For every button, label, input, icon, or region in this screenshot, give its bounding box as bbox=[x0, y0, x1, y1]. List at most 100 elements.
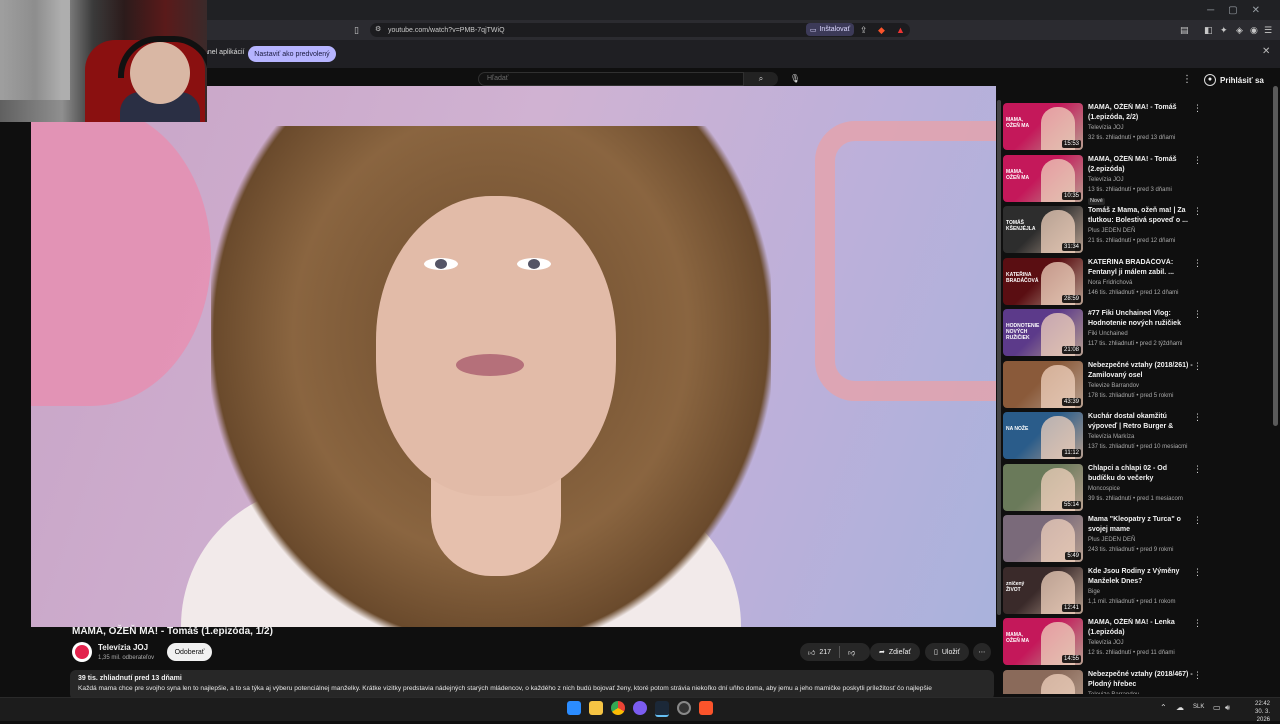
clock[interactable]: 22:42 30. 3. 2026 bbox=[1240, 700, 1270, 724]
recommended-video[interactable]: MAMA, OŽEŇ MA 10:35 MAMA, OŽEŇ MA! - Tomáš… bbox=[1003, 154, 1209, 205]
more-vertical-icon[interactable]: ⋮ bbox=[1193, 618, 1202, 629]
video-thumbnail[interactable]: 55:14 bbox=[1003, 463, 1083, 511]
video-title[interactable]: MAMA, OŽEŇ MA! - Tomáš (1.epizóda, 2/2) bbox=[1088, 103, 1193, 123]
video-title[interactable]: Mama "Kleopatry z Turca" o svojej mame bbox=[1088, 515, 1193, 535]
channel-name[interactable]: Plus JEDEN DEŇ bbox=[1088, 228, 1135, 234]
video-thumbnail[interactable]: NA NOŽE 11:12 bbox=[1003, 412, 1083, 459]
chrome-icon[interactable] bbox=[611, 701, 625, 715]
save-button[interactable]: ▯ Uložiť bbox=[925, 643, 969, 661]
recommended-video[interactable]: zničený ŽIVOT 12:41 Kde Jsou Rodiny z Výmě… bbox=[1003, 566, 1209, 616]
search-button[interactable]: ⌕ bbox=[744, 72, 778, 86]
search-input[interactable]: Hľadať bbox=[478, 72, 744, 86]
more-vertical-icon[interactable]: ⋮ bbox=[1193, 567, 1202, 578]
file-explorer-icon[interactable] bbox=[589, 701, 603, 715]
video-title[interactable]: KATEŘINA BRADÁČOVÁ: Fentanyl ji málem za… bbox=[1088, 258, 1193, 278]
video-thumbnail[interactable]: 5:49 bbox=[1003, 515, 1083, 562]
minimize-icon[interactable]: ─ bbox=[1207, 5, 1214, 16]
video-player[interactable] bbox=[31, 86, 996, 627]
recommended-video[interactable]: NA NOŽE 11:12 Kuchár dostal okamžitú výpov… bbox=[1003, 411, 1209, 461]
input-language[interactable]: SLK bbox=[1193, 704, 1204, 710]
video-thumbnail[interactable]: TOMÁŠ KŠENJĖJLA 31:34 bbox=[1003, 206, 1083, 253]
brave-shield-icon[interactable]: ◆ bbox=[878, 23, 885, 37]
menu-icon[interactable]: ☰ bbox=[1264, 23, 1272, 37]
page-scrollbar[interactable] bbox=[1273, 86, 1278, 426]
site-info-icon[interactable]: ⚙ bbox=[375, 23, 381, 37]
more-vertical-icon[interactable]: ⋮ bbox=[1193, 309, 1202, 320]
more-vertical-icon[interactable]: ⋮ bbox=[1193, 412, 1202, 423]
maximize-icon[interactable]: ▢ bbox=[1228, 5, 1237, 16]
extensions-icon[interactable]: ✦ bbox=[1220, 23, 1228, 37]
video-thumbnail[interactable]: MAMA, OŽEŇ MA 15:53 bbox=[1003, 103, 1083, 150]
recommended-video[interactable]: TOMÁŠ KŠENJĖJLA 31:34 Tomáš z Mama, ožeň m… bbox=[1003, 205, 1209, 255]
steam-icon[interactable] bbox=[655, 701, 669, 717]
recommended-video[interactable]: HODNOTENIE NOVÝCH RUŽIČIEK 21:08 #77 Fiki … bbox=[1003, 308, 1209, 358]
channel-name[interactable]: Fiki Unchained bbox=[1088, 331, 1128, 337]
set-default-button[interactable]: Nastaviť ako predvolený bbox=[248, 46, 336, 62]
video-title[interactable]: #77 Fiki Unchained Vlog: Hodnotenie nový… bbox=[1088, 309, 1193, 329]
more-vertical-icon[interactable]: ⋮ bbox=[1193, 258, 1202, 269]
panel-icon[interactable]: ◧ bbox=[1204, 23, 1213, 37]
more-vertical-icon[interactable]: ⋮ bbox=[1193, 361, 1202, 372]
video-thumbnail[interactable] bbox=[1003, 669, 1083, 694]
channel-name[interactable]: Moncospice bbox=[1088, 486, 1120, 492]
network-icon[interactable]: ▭ bbox=[1213, 703, 1221, 712]
close-window-icon[interactable]: ✕ bbox=[1252, 5, 1260, 16]
onedrive-icon[interactable]: ☁ bbox=[1176, 703, 1184, 712]
recommended-video[interactable]: MAMA, OŽEŇ MA 14:55 MAMA, OŽEŇ MA! - Lenka… bbox=[1003, 617, 1209, 667]
video-thumbnail[interactable]: MAMA, OŽEŇ MA 14:55 bbox=[1003, 618, 1083, 665]
wallet-icon[interactable]: ◈ bbox=[1236, 23, 1243, 37]
share-page-icon[interactable]: ⇪ bbox=[860, 23, 868, 37]
video-title[interactable]: MAMA, OŽEŇ MA! - Tomáš (2.epizóda) bbox=[1088, 155, 1193, 175]
more-actions-button[interactable]: ⋯ bbox=[973, 643, 991, 661]
recommended-video[interactable]: 43:39 Nebezpečné vztahy (2018/261) - Zami… bbox=[1003, 360, 1209, 410]
install-app-button[interactable]: ▭ Inštalovať bbox=[806, 23, 854, 36]
channel-name[interactable]: Televízia JOJ bbox=[1088, 177, 1124, 183]
like-button[interactable]: 👍︎ 217 bbox=[800, 646, 841, 658]
brave-browser-icon[interactable] bbox=[699, 701, 713, 715]
voice-search-button[interactable]: 🎙 bbox=[788, 72, 802, 86]
more-vertical-icon[interactable]: ⋮ bbox=[1193, 515, 1202, 526]
video-thumbnail[interactable]: 43:39 bbox=[1003, 360, 1083, 408]
chevron-up-icon[interactable]: ⌃ bbox=[1160, 703, 1167, 712]
discord-icon[interactable] bbox=[633, 701, 647, 715]
share-button[interactable]: ➦ Zdieľať bbox=[870, 643, 920, 661]
video-thumbnail[interactable]: zničený ŽIVOT 12:41 bbox=[1003, 566, 1083, 614]
channel-name[interactable]: Televize Barrandov bbox=[1088, 383, 1139, 389]
channel-name[interactable]: Televize Barrandov bbox=[1088, 692, 1139, 695]
subscribe-button[interactable]: Odoberať bbox=[167, 643, 212, 661]
video-title[interactable]: Nebezpečné vztahy (2018/467) - Plodný hř… bbox=[1088, 670, 1193, 690]
video-thumbnail[interactable]: MAMA, OŽEŇ MA 10:35 bbox=[1003, 154, 1083, 202]
start-menu-icon[interactable] bbox=[567, 701, 581, 715]
volume-icon[interactable]: 🔊︎ bbox=[1225, 703, 1230, 713]
video-title[interactable]: Kuchár dostal okamžitú výpoveď | Retro B… bbox=[1088, 412, 1193, 432]
dislike-button[interactable]: 👎︎ bbox=[840, 648, 863, 657]
more-vertical-icon[interactable]: ⋮ bbox=[1193, 103, 1202, 114]
channel-name[interactable]: Televízia JOJ bbox=[1088, 640, 1124, 646]
video-thumbnail[interactable]: HODNOTENIE NOVÝCH RUŽIČIEK 21:08 bbox=[1003, 309, 1083, 356]
more-vertical-icon[interactable]: ⋮ bbox=[1193, 670, 1202, 681]
obs-icon[interactable] bbox=[677, 701, 691, 715]
settings-more-icon[interactable]: ⋮ bbox=[1182, 74, 1192, 85]
channel-avatar[interactable] bbox=[72, 642, 92, 662]
bookmark-icon[interactable]: ▯ bbox=[354, 23, 359, 37]
more-vertical-icon[interactable]: ⋮ bbox=[1193, 464, 1202, 475]
sidebar-scrollbar[interactable] bbox=[997, 100, 1001, 615]
channel-name[interactable]: Plus JEDEN DEŇ bbox=[1088, 537, 1135, 543]
recommended-video[interactable]: KATEŘINA BRADÁČOVÁ 28:59 KATEŘINA BRADÁČOV… bbox=[1003, 257, 1209, 307]
rewards-icon[interactable]: ▲ bbox=[896, 23, 905, 37]
recommended-video[interactable]: MAMA, OŽEŇ MA 15:53 MAMA, OŽEŇ MA! - Tomáš… bbox=[1003, 102, 1209, 152]
video-thumbnail[interactable]: KATEŘINA BRADÁČOVÁ 28:59 bbox=[1003, 257, 1083, 305]
more-vertical-icon[interactable]: ⋮ bbox=[1193, 206, 1202, 217]
video-title[interactable]: Tomáš z Mama, ožeň ma! | Za tlutkou: Bol… bbox=[1088, 206, 1193, 226]
recommended-video[interactable]: 55:14 Chlapci a chlapi 02 - Od budíčku do… bbox=[1003, 463, 1209, 513]
sidebar-toggle-icon[interactable]: ▤ bbox=[1180, 23, 1189, 37]
channel-name[interactable]: Televízia JOJ bbox=[98, 643, 148, 652]
vpn-icon[interactable]: ◉ bbox=[1250, 23, 1258, 37]
channel-name[interactable]: Televízia Markíza bbox=[1088, 434, 1134, 440]
recommended-video[interactable]: Nebezpečné vztahy (2018/467) - Plodný hř… bbox=[1003, 669, 1209, 695]
video-title[interactable]: MAMA, OŽEŇ MA! - Lenka (1.epizóda) bbox=[1088, 618, 1193, 638]
video-title[interactable]: Kde Jsou Rodiny z Výměny Manželek Dnes? bbox=[1088, 567, 1193, 587]
recommended-video[interactable]: 5:49 Mama "Kleopatry z Turca" o svojej ma… bbox=[1003, 514, 1209, 564]
video-title[interactable]: Nebezpečné vztahy (2018/261) - Zamilovan… bbox=[1088, 361, 1193, 381]
close-icon[interactable]: ✕ bbox=[1262, 46, 1270, 57]
